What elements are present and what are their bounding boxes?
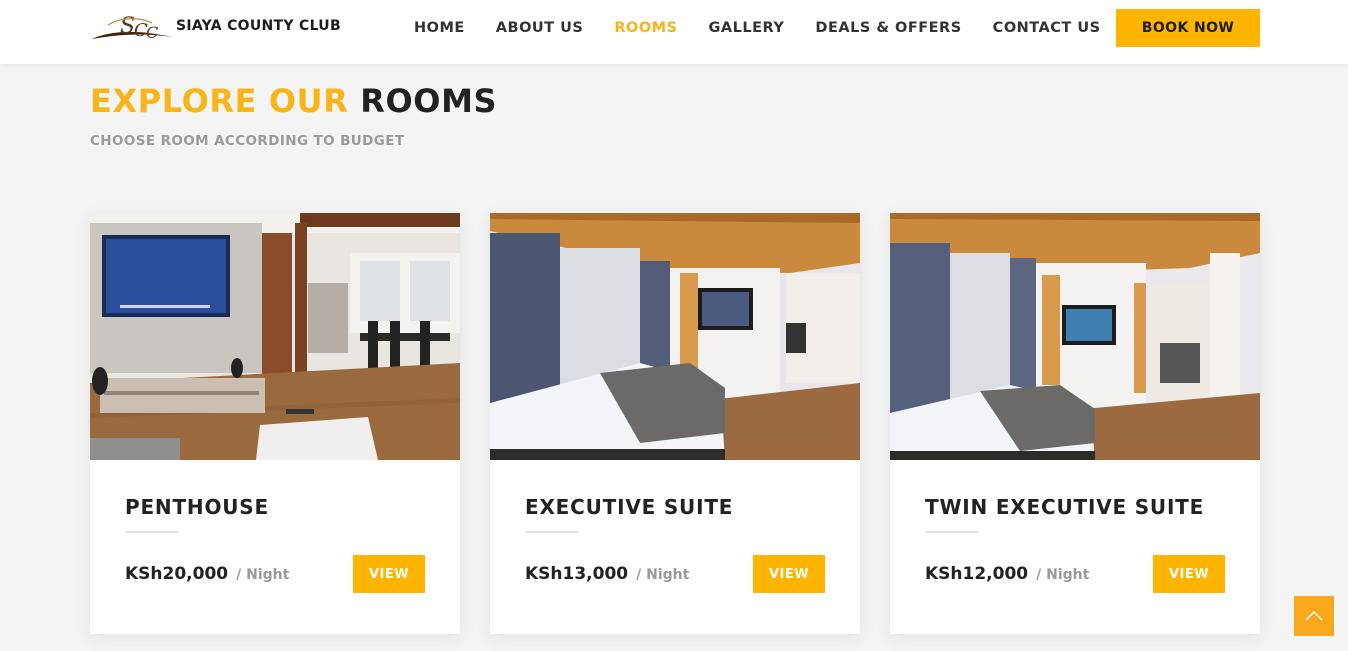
twin-executive-suite-image[interactable]	[890, 213, 1260, 460]
price-unit: / Night	[636, 567, 690, 583]
room-price-row: KSh13,000 / Night	[525, 564, 689, 584]
main-nav: HOME ABOUT US ROOMS GALLERY DEALS & OFFE…	[414, 18, 1132, 38]
room-name: EXECUTIVE SUITE	[525, 495, 734, 519]
room-name: TWIN EXECUTIVE SUITE	[925, 495, 1205, 519]
room-card-twin-executive-suite: TWIN EXECUTIVE SUITE KSh12,000 / Night V…	[890, 213, 1260, 634]
nav-contact-us[interactable]: CONTACT US	[993, 18, 1101, 38]
executive-suite-image[interactable]	[490, 213, 860, 460]
room-card-executive-suite: EXECUTIVE SUITE KSh13,000 / Night VIEW	[490, 213, 860, 634]
site-header: S C C SIAYA COUNTY CLUB HOME ABOUT US RO…	[0, 0, 1348, 64]
room-price-row: KSh20,000 / Night	[125, 564, 289, 584]
scroll-to-top-button[interactable]	[1294, 596, 1334, 636]
title-divider	[125, 531, 179, 533]
price-unit: / Night	[236, 567, 290, 583]
penthouse-image[interactable]	[90, 213, 460, 460]
nav-gallery[interactable]: GALLERY	[709, 18, 785, 38]
room-price-row: KSh12,000 / Night	[925, 564, 1089, 584]
site-logo[interactable]: S C C SIAYA COUNTY CLUB	[90, 9, 350, 45]
price-unit: / Night	[1036, 567, 1090, 583]
title-divider	[925, 531, 979, 533]
title-rest: ROOMS	[360, 82, 498, 120]
chevron-up-icon	[1305, 611, 1323, 621]
room-name: PENTHOUSE	[125, 495, 269, 519]
room-card-penthouse: PENTHOUSE KSh20,000 / Night VIEW	[90, 213, 460, 634]
page-subtitle: CHOOSE ROOM ACCORDING TO BUDGET	[90, 133, 405, 149]
brand-name: SIAYA COUNTY CLUB	[176, 18, 341, 34]
view-room-button[interactable]: VIEW	[753, 555, 825, 593]
title-highlight: EXPLORE OUR	[90, 82, 349, 120]
nav-home[interactable]: HOME	[414, 18, 465, 38]
view-room-button[interactable]: VIEW	[1153, 555, 1225, 593]
nav-deals-offers[interactable]: DEALS & OFFERS	[815, 18, 961, 38]
title-divider	[525, 531, 579, 533]
room-price: KSh13,000	[525, 564, 629, 584]
nav-rooms[interactable]: ROOMS	[614, 18, 677, 38]
svg-text:S: S	[120, 14, 135, 39]
svg-text:C: C	[146, 23, 158, 42]
room-price: KSh12,000	[925, 564, 1029, 584]
view-room-button[interactable]: VIEW	[353, 555, 425, 593]
logo-mark-icon: S C C	[90, 9, 180, 45]
nav-about-us[interactable]: ABOUT US	[496, 18, 584, 38]
page-title: EXPLORE OUR ROOMS	[90, 82, 497, 120]
book-now-button[interactable]: BOOK NOW	[1116, 9, 1260, 47]
room-price: KSh20,000	[125, 564, 229, 584]
